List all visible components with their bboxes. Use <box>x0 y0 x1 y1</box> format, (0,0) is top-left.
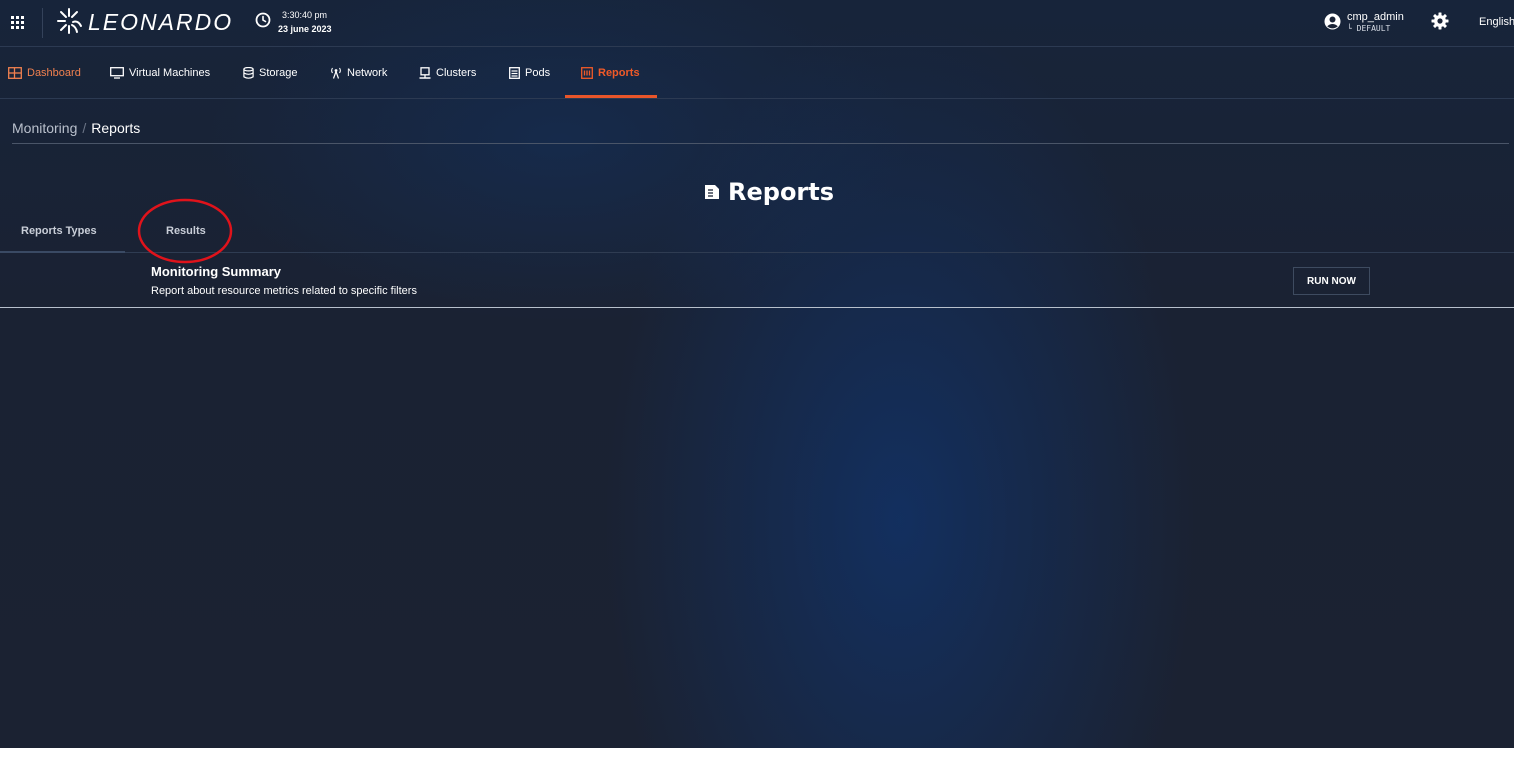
breadcrumb-separator: / <box>82 120 87 136</box>
page-title: Reports <box>704 178 834 206</box>
nav-item-pods[interactable]: Pods <box>509 47 550 98</box>
antenna-icon <box>331 67 341 79</box>
cluster-icon <box>419 66 431 79</box>
nav-item-dashboard[interactable]: Dashboard <box>8 47 81 98</box>
user-name[interactable]: cmp_admin <box>1347 11 1404 23</box>
user-tenant: └ DEFAULT <box>1347 24 1391 33</box>
report-icon <box>581 66 593 79</box>
nav-item-clusters[interactable]: Clusters <box>419 47 476 98</box>
main-nav: Dashboard Virtual Machines Storage Netwo… <box>0 47 1514 99</box>
database-icon <box>243 66 254 79</box>
leonardo-logo-icon[interactable] <box>55 6 83 36</box>
page-title-text: Reports <box>728 178 835 206</box>
report-document-icon <box>705 185 719 199</box>
nav-item-label: Reports <box>598 66 640 79</box>
nav-item-reports[interactable]: Reports <box>581 47 640 98</box>
nav-item-label: Dashboard <box>27 66 81 79</box>
nav-item-label: Network <box>347 66 388 79</box>
run-now-button[interactable]: RUN NOW <box>1293 267 1370 295</box>
pod-icon <box>509 66 520 79</box>
tab-active-indicator <box>0 251 125 253</box>
nav-item-label: Clusters <box>436 66 477 79</box>
nav-item-label: Pods <box>525 66 551 79</box>
top-bar: LEONARDO 3:30:40 pm 23 june 2023 cmp_adm… <box>0 0 1514 47</box>
annotation-circle <box>137 198 233 264</box>
report-row-divider <box>0 307 1514 308</box>
breadcrumb-monitoring[interactable]: Monitoring <box>12 120 77 136</box>
clock-date: 23 june 2023 <box>278 24 332 34</box>
dashboard-icon <box>8 66 22 79</box>
report-title: Monitoring Summary <box>151 264 282 279</box>
nav-item-virtual-machines[interactable]: Virtual Machines <box>110 47 210 98</box>
user-account-icon[interactable] <box>1324 13 1341 30</box>
language-selector[interactable]: English <box>1479 16 1514 28</box>
clock-icon <box>255 12 271 28</box>
brand-name: LEONARDO <box>88 9 234 35</box>
nav-item-label: Virtual Machines <box>129 66 211 79</box>
nav-item-network[interactable]: Network <box>330 47 387 98</box>
breadcrumb-current: Reports <box>91 120 141 136</box>
nav-active-indicator <box>565 95 657 98</box>
gear-icon[interactable] <box>1431 12 1449 30</box>
breadcrumb-divider <box>12 143 1509 144</box>
clock-time: 3:30:40 pm <box>282 10 328 20</box>
tab-reports-types[interactable]: Reports Types <box>21 225 97 237</box>
app-window: LEONARDO 3:30:40 pm 23 june 2023 cmp_adm… <box>0 0 1514 748</box>
top-divider <box>42 8 43 38</box>
nav-item-storage[interactable]: Storage <box>243 47 298 98</box>
apps-grid-icon[interactable] <box>11 16 24 29</box>
breadcrumb: Monitoring / Reports <box>12 120 140 136</box>
report-description: Report about resource metrics related to… <box>151 285 417 297</box>
monitor-icon <box>110 66 124 79</box>
nav-item-label: Storage <box>259 66 298 79</box>
